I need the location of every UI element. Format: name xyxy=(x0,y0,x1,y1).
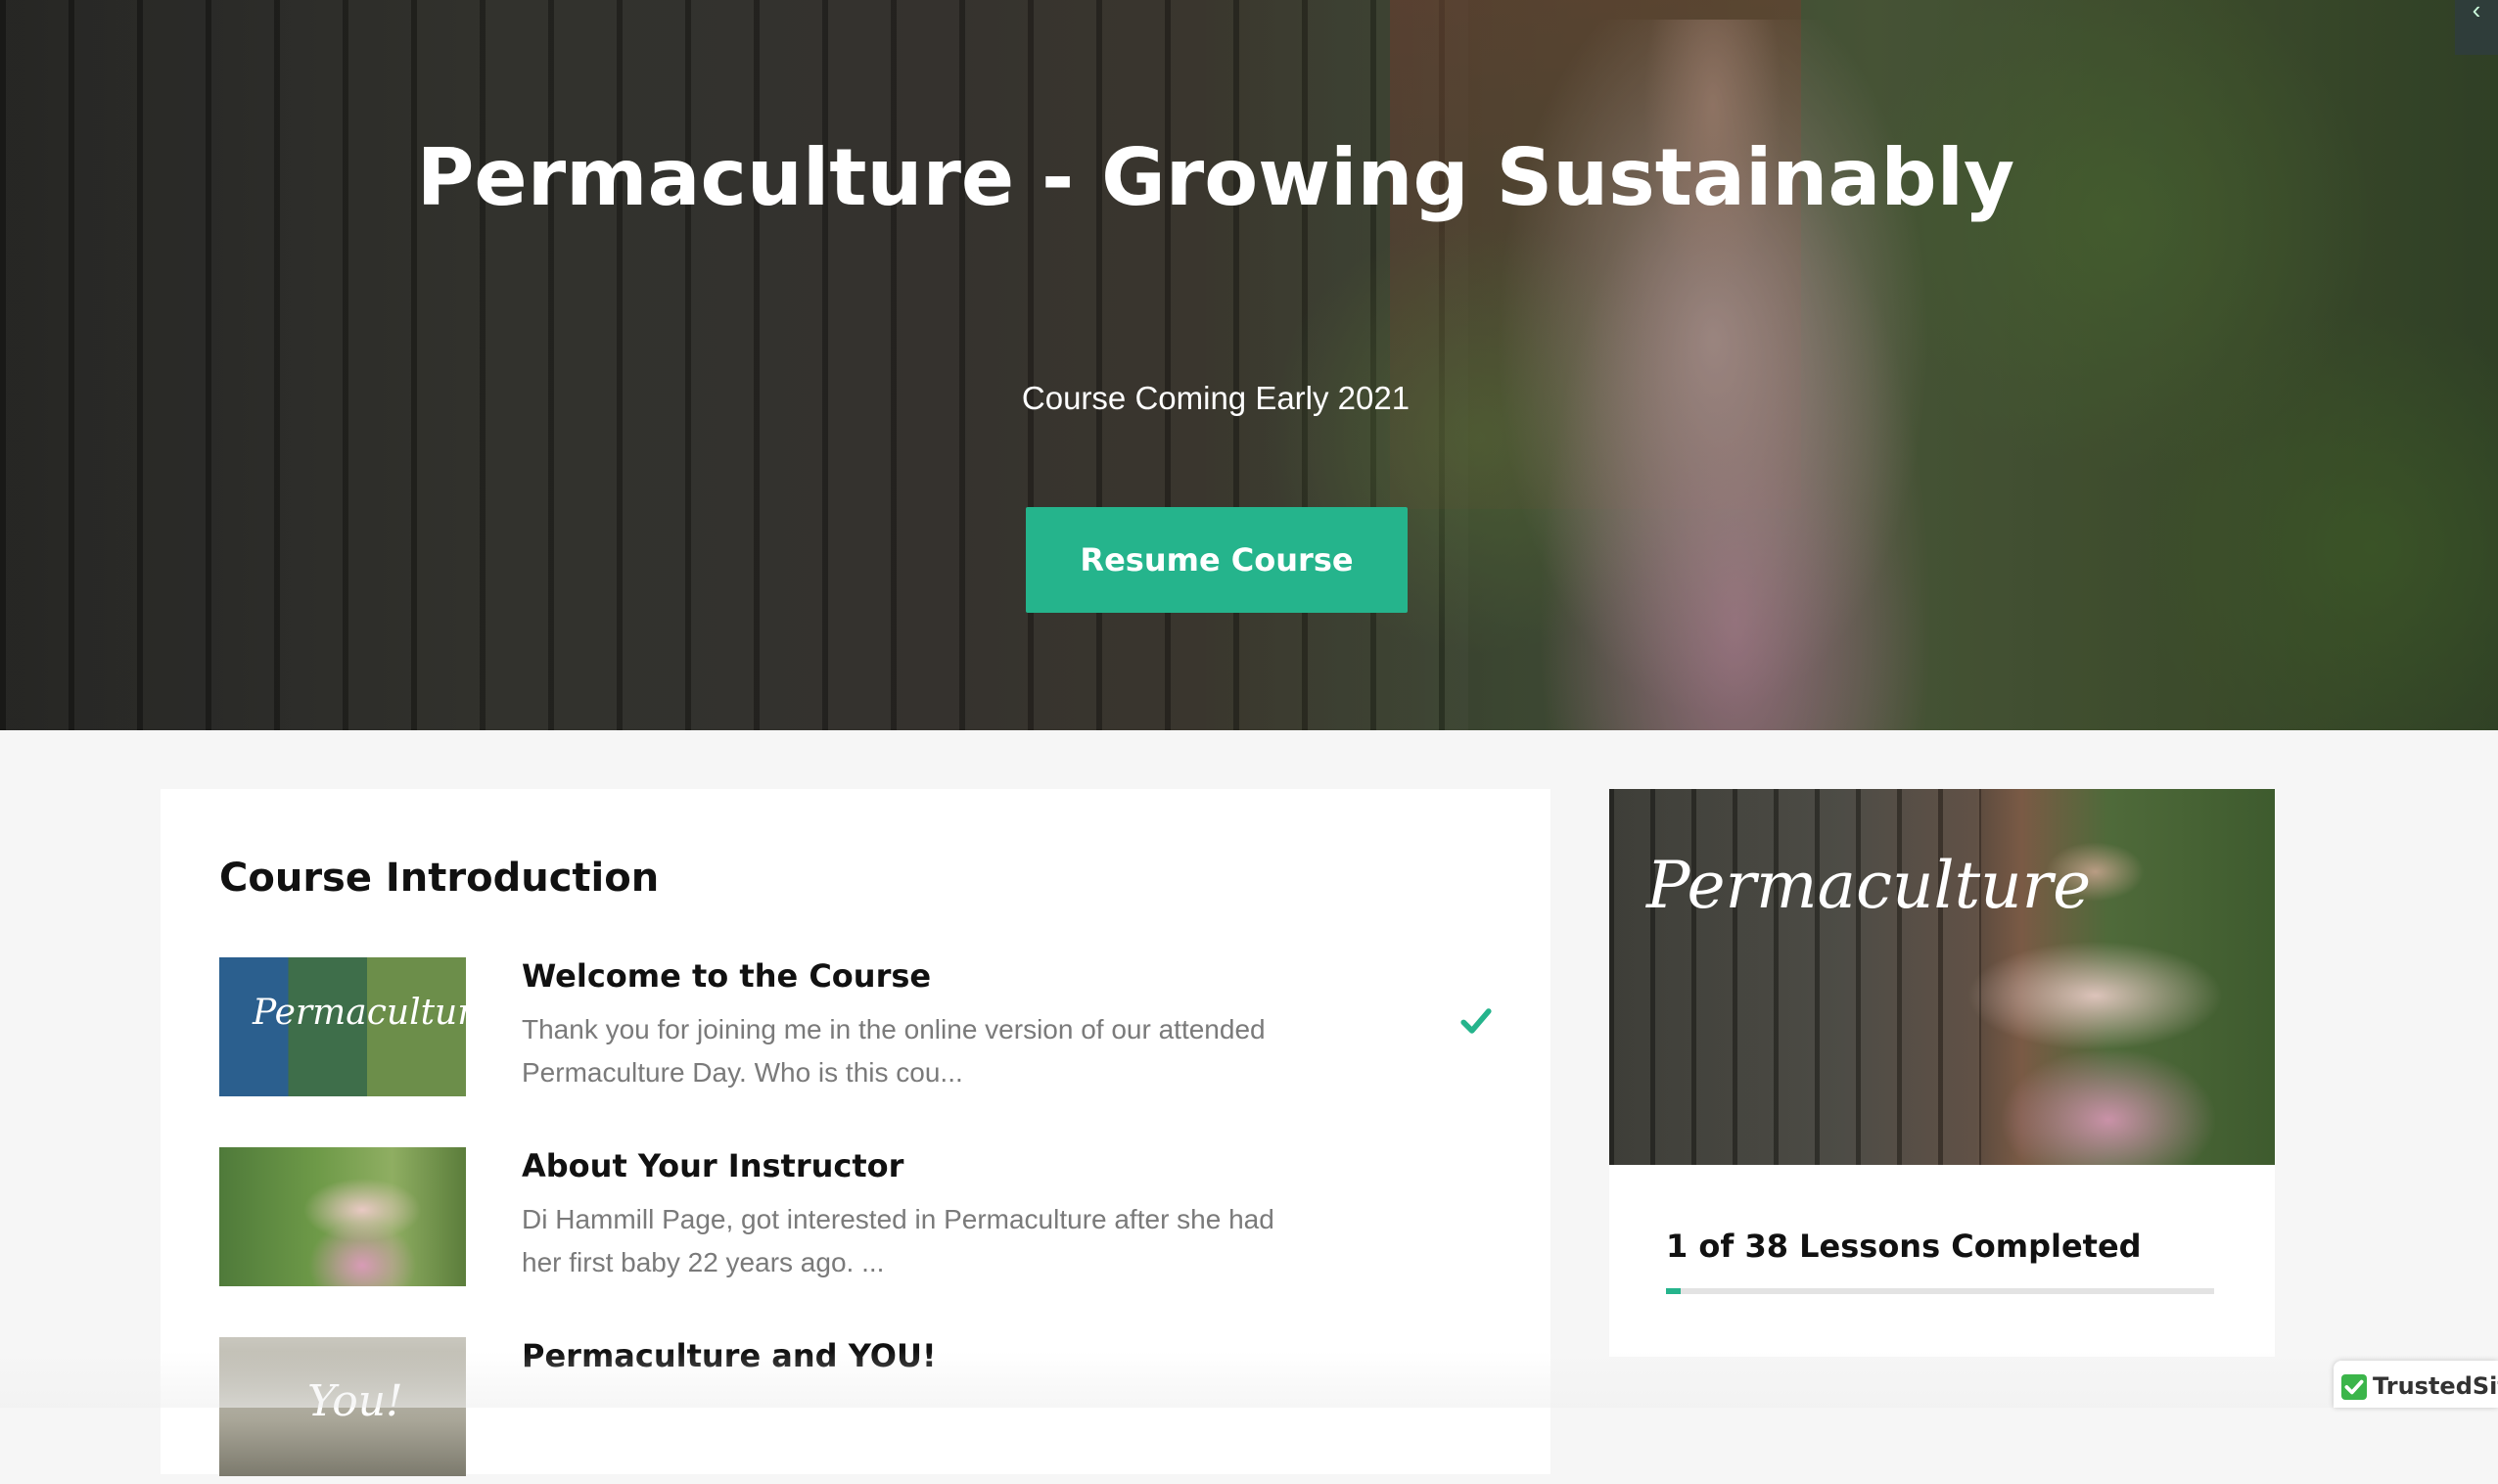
course-title: Permaculture - Growing Sustainably xyxy=(416,132,2015,223)
progress-bar xyxy=(1666,1288,2214,1294)
lesson-title: Permaculture and YOU! xyxy=(522,1337,937,1374)
lesson-thumbnail xyxy=(219,1147,466,1286)
progress-label: 1 of 38 Lessons Completed xyxy=(1666,1228,2142,1265)
course-syllabus-card: Course Introduction Permaculture Welcome… xyxy=(161,789,1550,1476)
thumbnail-caption: Permaculture xyxy=(253,993,466,1033)
resume-course-button[interactable]: Resume Course xyxy=(1026,507,1408,613)
lesson-item-instructor[interactable]: About Your Instructor Di Hammill Page, g… xyxy=(219,1147,1511,1294)
lesson-title: Welcome to the Course xyxy=(522,957,932,995)
chevron-left-icon[interactable]: ‹ xyxy=(2455,0,2498,55)
lesson-title: About Your Instructor xyxy=(522,1147,904,1184)
hero-banner: Permaculture - Growing Sustainably Cours… xyxy=(0,0,2498,730)
check-icon xyxy=(1460,1008,1492,1034)
course-subtitle: Course Coming Early 2021 xyxy=(1021,380,1411,416)
course-progress-card: Permaculture 1 of 38 Lessons Completed xyxy=(1609,789,2275,1357)
lesson-description: Thank you for joining me in the online v… xyxy=(522,1014,1266,1088)
section-title: Course Introduction xyxy=(219,856,660,901)
cover-caption: Permaculture xyxy=(1646,848,2092,923)
course-cover-image: Permaculture xyxy=(1609,789,2275,1165)
trustedsite-check-icon xyxy=(2341,1374,2367,1400)
trustedsite-label: TrustedSite xyxy=(2373,1372,2498,1400)
lesson-thumbnail: You! xyxy=(219,1337,466,1476)
lesson-description: Di Hammill Page, got interested in Perma… xyxy=(522,1204,1274,1277)
progress-bar-fill xyxy=(1666,1288,1681,1294)
lesson-thumbnail: Permaculture xyxy=(219,957,466,1096)
lesson-item-permaculture-and-you[interactable]: You! Permaculture and YOU! xyxy=(219,1337,1511,1484)
lesson-item-welcome[interactable]: Permaculture Welcome to the Course Thank… xyxy=(219,957,1511,1104)
trustedsite-badge[interactable]: TrustedSite xyxy=(2334,1361,2498,1408)
thumbnail-caption: You! xyxy=(307,1376,403,1426)
